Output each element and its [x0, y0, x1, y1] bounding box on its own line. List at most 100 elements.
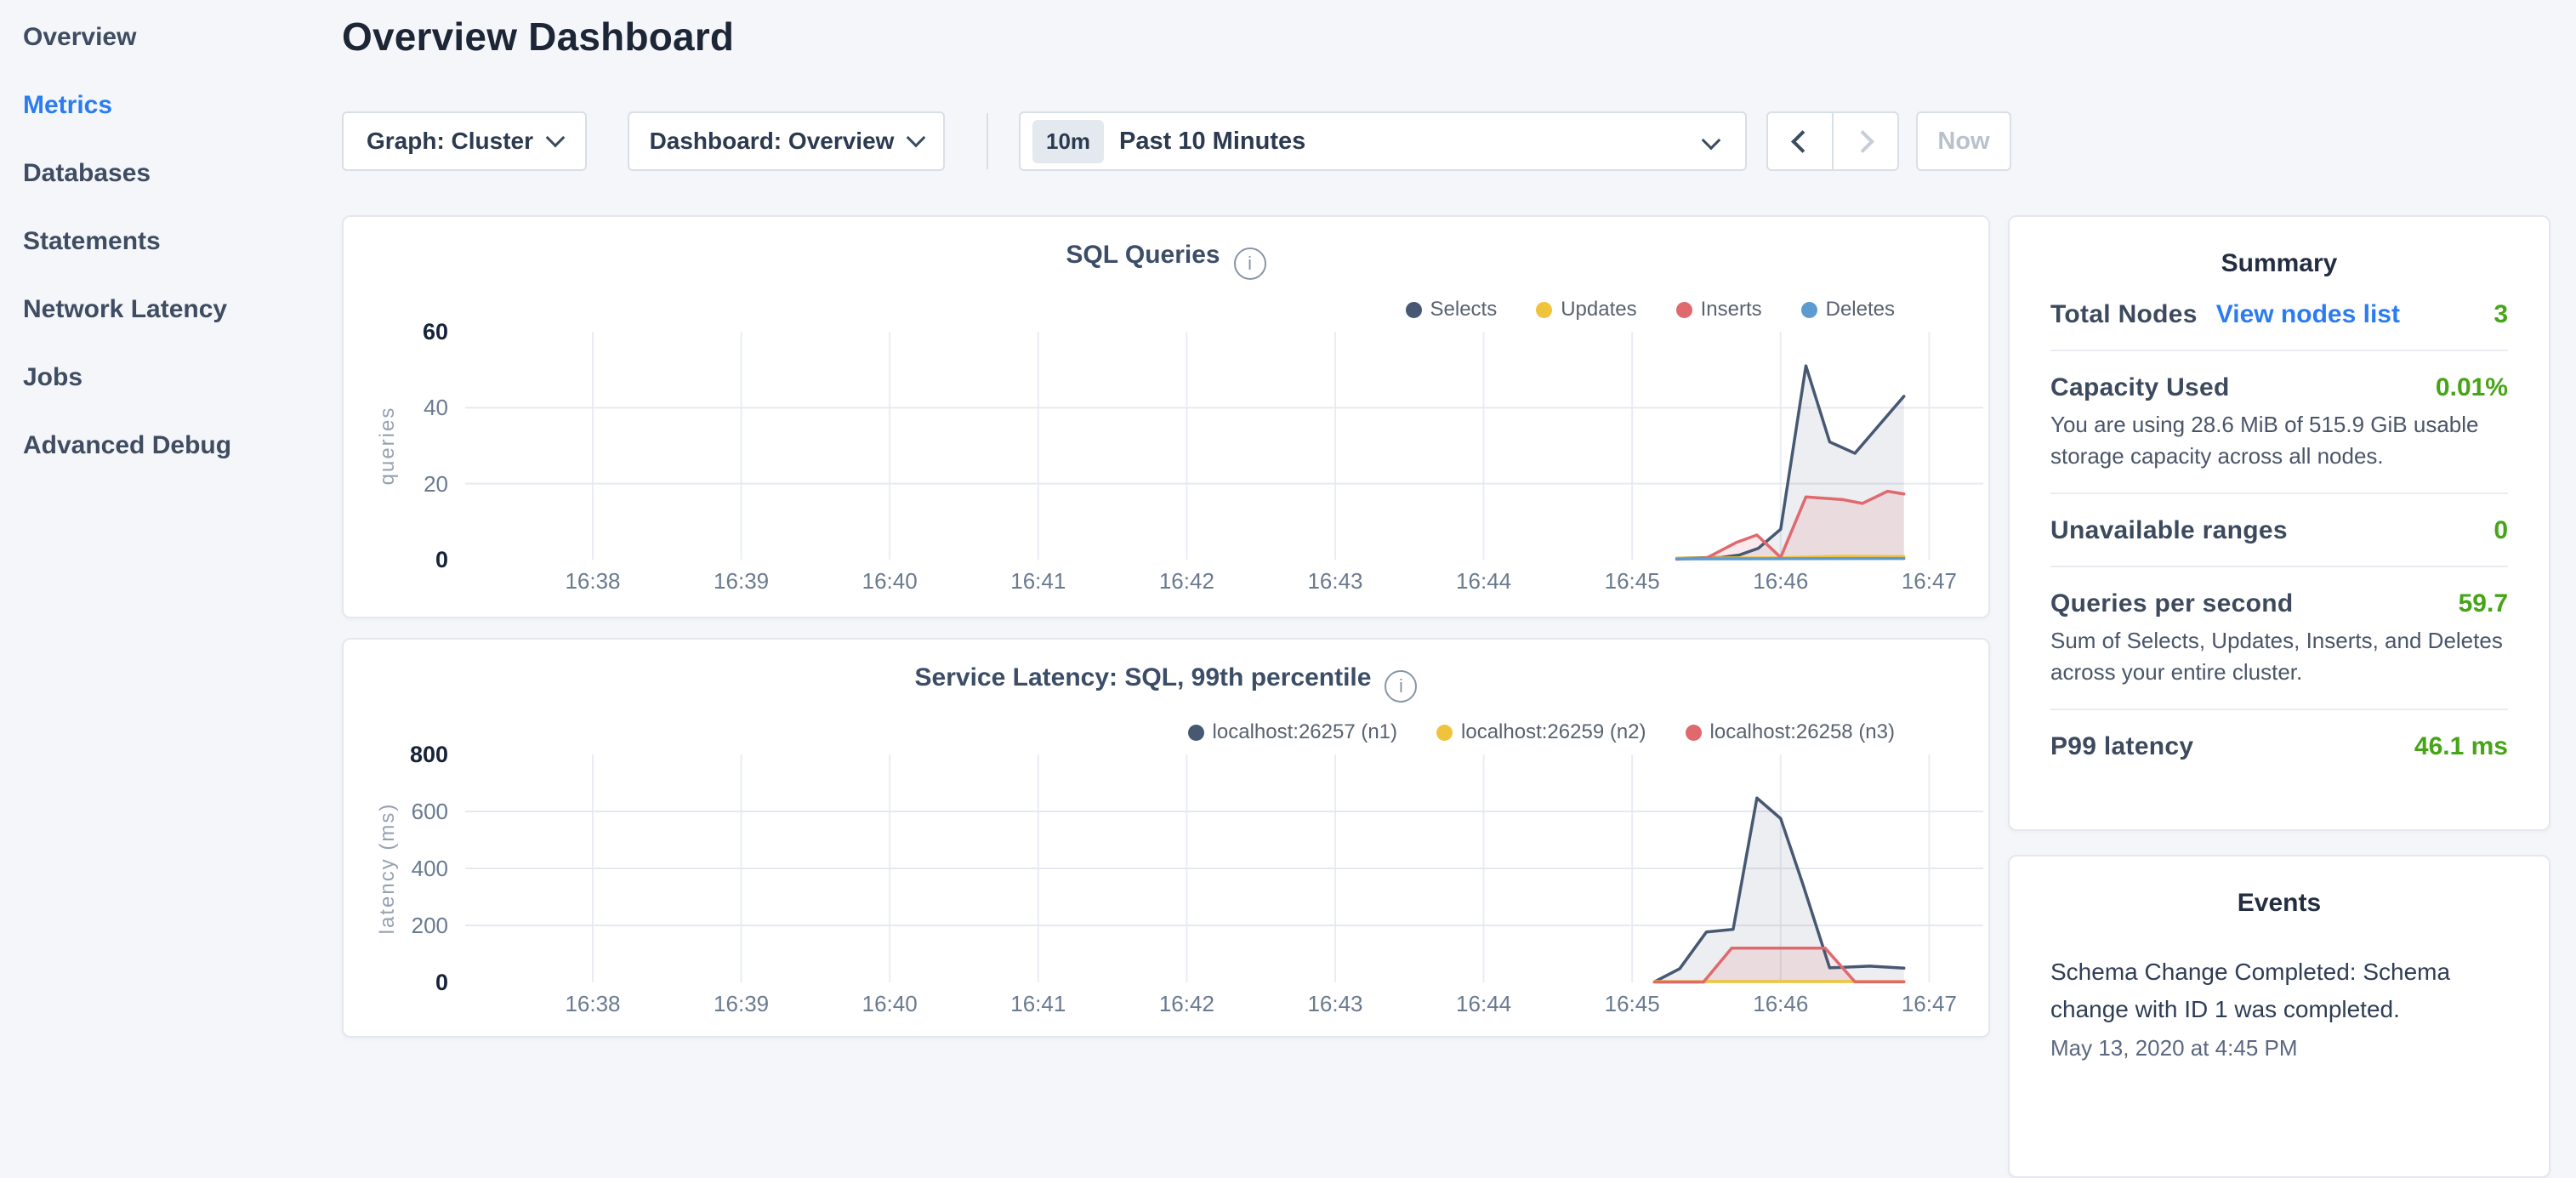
x-tick-label: 16:44	[1416, 568, 1552, 595]
summary-row-label: Queries per second	[2050, 589, 2294, 617]
x-tick-label: 16:44	[1416, 991, 1552, 1017]
summary-title: Summary	[2050, 249, 2508, 278]
events-panel: Events Schema Change Completed: Schema c…	[2008, 855, 2550, 1178]
x-tick-label: 16:39	[674, 991, 810, 1017]
chart-service-latency: Service Latency: SQL, 99th percentileilo…	[342, 638, 1990, 1038]
legend-item: localhost:26259 (n2)	[1436, 720, 1646, 744]
legend-item: localhost:26257 (n1)	[1188, 720, 1397, 744]
sidebar-item-network-latency[interactable]: Network Latency	[23, 284, 340, 352]
info-icon[interactable]: i	[1234, 248, 1266, 280]
summary-row-left: P99 latency	[2050, 732, 2193, 761]
summary-row-label: Unavailable ranges	[2050, 516, 2288, 544]
summary-row-description: Sum of Selects, Updates, Inserts, and De…	[2050, 625, 2508, 688]
summary-row-value: 0.01%	[2436, 373, 2508, 402]
event-item: Schema Change Completed: Schema change w…	[2050, 953, 2508, 1061]
view-nodes-link[interactable]: View nodes list	[2216, 300, 2400, 328]
chevron-right-icon	[1851, 130, 1874, 153]
summary-divider	[2050, 709, 2508, 710]
x-tick-label: 16:38	[525, 568, 661, 595]
time-window-dropdown[interactable]: 10m Past 10 Minutes	[1019, 111, 1747, 171]
legend-dot-icon	[1676, 302, 1692, 318]
sidebar-item-jobs[interactable]: Jobs	[23, 352, 340, 420]
x-tick-label: 16:43	[1267, 991, 1403, 1017]
right-column: Summary Total NodesView nodes list3Capac…	[2008, 215, 2550, 1051]
main-content: Overview Dashboard Graph: Cluster Dashbo…	[342, 0, 1990, 1051]
chart-sql-queries: SQL Queries i Selects Updates Inserts Deletes…	[342, 215, 1990, 618]
sidebar-item-databases[interactable]: Databases	[23, 148, 340, 216]
x-tick-label: 16:45	[1564, 568, 1700, 595]
legend-label: Deletes	[1826, 298, 1895, 322]
sidebar-item-advanced-debug[interactable]: Advanced Debug	[23, 420, 340, 488]
time-nav-group	[1766, 111, 1899, 171]
x-tick-label: 16:39	[674, 568, 810, 595]
sidebar-item-statements[interactable]: Statements	[23, 216, 340, 284]
summary-row-label: Capacity Used	[2050, 373, 2230, 401]
legend-label: Inserts	[1701, 298, 1762, 322]
legend-dot-icon	[1406, 302, 1422, 318]
legend-dot-icon	[1536, 302, 1552, 318]
summary-row-left: Unavailable ranges	[2050, 516, 2288, 545]
plot-area	[465, 332, 1983, 560]
legend-item: Selects	[1406, 298, 1498, 322]
x-tick-label: 16:40	[822, 991, 958, 1017]
graph-scope-dropdown[interactable]: Graph: Cluster	[342, 111, 587, 171]
x-tick-label: 16:47	[1861, 991, 1997, 1017]
now-button[interactable]: Now	[1916, 111, 2011, 171]
chevron-down-icon	[907, 128, 926, 148]
summary-row-label: Total Nodes	[2050, 300, 2198, 328]
x-tick-label: 16:41	[970, 991, 1106, 1017]
time-backward-button[interactable]	[1768, 113, 1834, 169]
x-tick-label: 16:47	[1861, 568, 1997, 595]
legend-item: Inserts	[1676, 298, 1762, 322]
summary-row-label: P99 latency	[2050, 732, 2193, 760]
legend-label: Selects	[1430, 298, 1498, 322]
event-timestamp: May 13, 2020 at 4:45 PM	[2050, 1035, 2508, 1061]
y-tick-label: 0	[389, 546, 448, 573]
x-tick-label: 16:38	[525, 991, 661, 1017]
chart-title: Service Latency: SQL, 99th percentile i	[344, 663, 1988, 703]
event-message: Schema Change Completed: Schema change w…	[2050, 953, 2508, 1028]
summary-row-head: Capacity Used 0.01%	[2050, 373, 2508, 402]
info-icon[interactable]: i	[1385, 670, 1417, 703]
legend-dot-icon	[1188, 725, 1204, 741]
x-tick-label: 16:46	[1713, 568, 1849, 595]
x-tick-label: 16:42	[1118, 991, 1254, 1017]
summary-rows: Total NodesView nodes list3Capacity Used…	[2050, 300, 2508, 761]
controls-divider	[987, 113, 988, 169]
summary-row-head: P99 latency 46.1 ms	[2050, 732, 2508, 761]
graph-scope-label: Graph: Cluster	[367, 128, 533, 155]
time-forward-button[interactable]	[1834, 113, 1897, 169]
dashboard-dropdown[interactable]: Dashboard: Overview	[628, 111, 945, 171]
y-tick-label: 800	[389, 741, 448, 768]
y-tick-label: 60	[389, 318, 448, 345]
summary-row-queries-per-second: Queries per second59.7Sum of Selects, Up…	[2050, 589, 2508, 688]
x-tick-label: 16:43	[1267, 568, 1403, 595]
sidebar-list: OverviewMetricsDatabasesStatementsNetwor…	[0, 0, 340, 488]
summary-row-left: Capacity Used	[2050, 373, 2230, 402]
legend-label: localhost:26258 (n3)	[1710, 720, 1895, 744]
summary-row-capacity-used: Capacity Used0.01%You are using 28.6 MiB…	[2050, 373, 2508, 472]
summary-row-value: 46.1 ms	[2414, 732, 2508, 761]
chart-title-text: SQL Queries	[1066, 241, 1220, 269]
summary-row-left: Queries per second	[2050, 589, 2294, 618]
legend-item: Updates	[1536, 298, 1636, 322]
y-axis-title: queries	[376, 407, 400, 486]
sidebar-item-overview[interactable]: Overview	[23, 12, 340, 80]
x-tick-label: 16:45	[1564, 991, 1700, 1017]
plot-area	[465, 754, 1983, 982]
chart-title-text: Service Latency: SQL, 99th percentile	[915, 663, 1372, 691]
summary-row-total-nodes: Total NodesView nodes list3	[2050, 300, 2508, 329]
x-tick-label: 16:41	[970, 568, 1106, 595]
summary-row-head: Total NodesView nodes list3	[2050, 300, 2508, 329]
summary-divider	[2050, 492, 2508, 494]
chevron-down-icon	[546, 128, 566, 148]
summary-row-value: 0	[2494, 516, 2508, 545]
dashboard-label: Dashboard: Overview	[650, 128, 895, 155]
legend-dot-icon	[1801, 302, 1817, 318]
legend-label: Updates	[1561, 298, 1636, 322]
chevron-down-icon	[1702, 131, 1721, 151]
summary-panel: Summary Total NodesView nodes list3Capac…	[2008, 215, 2550, 831]
summary-row-left: Total Nodes View nodes list	[2050, 300, 2400, 329]
summary-divider	[2050, 350, 2508, 351]
sidebar-item-metrics[interactable]: Metrics	[23, 80, 340, 148]
